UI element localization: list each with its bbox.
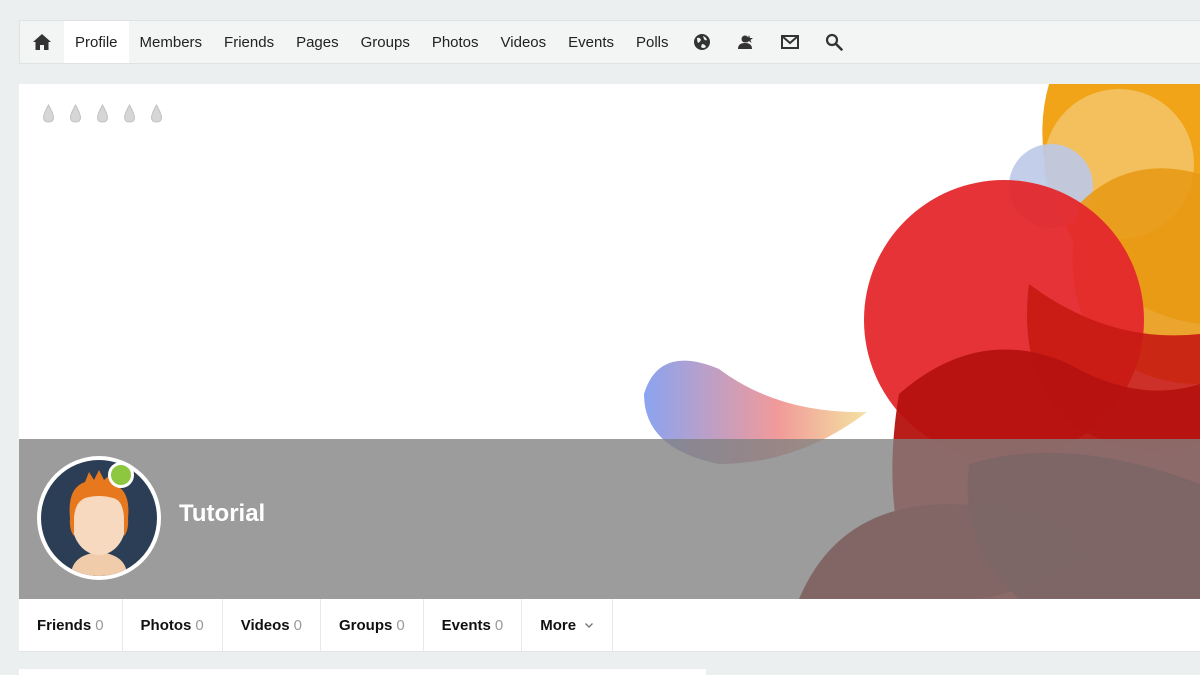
nav-item-label: Pages — [296, 33, 339, 51]
tab-events[interactable]: Events 0 — [424, 599, 523, 651]
rating-drops — [40, 104, 165, 124]
nav-item-label: Events — [568, 33, 614, 51]
profile-tabs: Friends 0 Photos 0 Videos 0 Groups 0 Events 0… — [19, 599, 1200, 652]
nav-item-label: Polls — [635, 33, 669, 51]
nav-item-friends[interactable]: Friends — [213, 21, 285, 63]
tab-groups[interactable]: Groups 0 — [321, 599, 424, 651]
profile-name[interactable]: Tutorial — [179, 500, 265, 528]
nav-item-label: Friends — [224, 33, 275, 51]
home-icon — [33, 34, 51, 50]
mail-icon — [780, 35, 799, 49]
tab-label: Events — [441, 616, 491, 634]
drop-icon[interactable] — [67, 104, 84, 124]
avatar-image — [41, 460, 157, 576]
top-navigation: Profile Members Friends Pages Groups Pho… — [19, 20, 1200, 64]
nav-item-label: Profile — [75, 33, 118, 51]
friend-requests-icon — [737, 35, 753, 49]
globe-icon — [693, 34, 710, 50]
home-button[interactable] — [20, 21, 64, 63]
nav-item-members[interactable]: Members — [129, 21, 214, 63]
drop-icon[interactable] — [121, 104, 138, 124]
globe-button[interactable] — [680, 21, 724, 63]
tab-more[interactable]: More — [522, 599, 614, 651]
nav-item-polls[interactable]: Polls — [625, 21, 680, 63]
avatar[interactable] — [37, 456, 161, 580]
tab-count: 0 — [293, 616, 302, 634]
tab-count: 0 — [195, 616, 204, 634]
nav-item-label: Members — [139, 33, 203, 51]
tab-photos[interactable]: Photos 0 — [123, 599, 223, 651]
nav-item-events[interactable]: Events — [557, 21, 625, 63]
search-icon — [825, 33, 843, 51]
drop-icon[interactable] — [148, 104, 165, 124]
nav-item-label: Groups — [360, 33, 410, 51]
tab-videos[interactable]: Videos 0 — [223, 599, 321, 651]
nav-item-groups[interactable]: Groups — [350, 21, 421, 63]
nav-item-pages[interactable]: Pages — [285, 21, 350, 63]
nav-item-profile[interactable]: Profile — [64, 21, 129, 63]
drop-icon[interactable] — [40, 104, 57, 124]
cover-photo: Tutorial — [19, 84, 1200, 599]
search-button[interactable] — [812, 21, 856, 63]
nav-item-videos[interactable]: Videos — [490, 21, 558, 63]
nav-item-label: Photos — [431, 33, 479, 51]
tab-count: 0 — [396, 616, 405, 634]
drop-icon[interactable] — [94, 104, 111, 124]
tab-label: Friends — [37, 616, 92, 634]
content-panel — [19, 669, 706, 675]
tab-label: Photos — [140, 616, 192, 634]
nav-item-photos[interactable]: Photos — [421, 21, 490, 63]
tab-count: 0 — [95, 616, 104, 634]
tab-label: Groups — [338, 616, 393, 634]
chevron-down-icon — [585, 623, 594, 628]
tab-count: 0 — [494, 616, 504, 634]
nav-item-label: Videos — [500, 33, 547, 51]
online-status-indicator — [108, 462, 134, 488]
friend-requests-button[interactable] — [724, 21, 768, 63]
messages-button[interactable] — [768, 21, 812, 63]
tab-label: More — [540, 616, 577, 634]
tab-friends[interactable]: Friends 0 — [19, 599, 123, 651]
user-avatar-icon — [41, 460, 157, 576]
tab-label: Videos — [240, 616, 290, 634]
